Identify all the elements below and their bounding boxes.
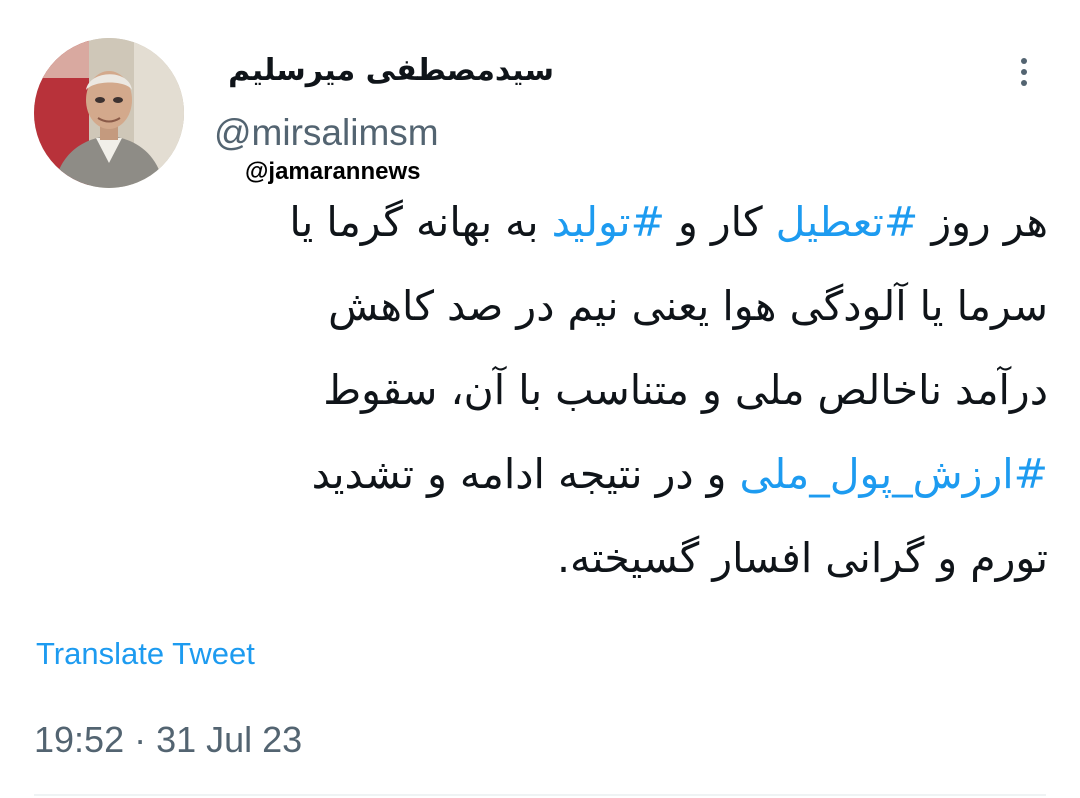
tweet-timestamp[interactable]: 19:52 · 31 Jul 23 xyxy=(34,716,302,764)
tweet-line: سرما یا آلودگی هوا یعنی نیم در صد کاهش xyxy=(40,264,1048,348)
more-vertical-icon xyxy=(1021,58,1027,64)
avatar[interactable] xyxy=(34,38,184,188)
more-options-button[interactable] xyxy=(1008,50,1040,94)
tweet-line: درآمد ناخالص ملی و متناسب با آن، سقوط xyxy=(40,348,1048,432)
tweet-text-segment: هر روز xyxy=(918,198,1048,246)
tweet-text-segment: سرما یا آلودگی هوا یعنی نیم در صد کاهش xyxy=(328,282,1048,330)
author-handle[interactable]: @mirsalimsm xyxy=(214,110,439,156)
more-vertical-icon xyxy=(1021,69,1027,75)
tweet-text-segment: تورم و گرانی افسار گسیخته. xyxy=(557,534,1048,582)
hashtag-link[interactable]: #تعطیل xyxy=(776,198,919,246)
translate-tweet-link[interactable]: Translate Tweet xyxy=(36,632,255,676)
tweet-line: #ارزش_پول_ملی و در نتیجه ادامه و تشدید xyxy=(40,432,1048,516)
tweet-text-segment: به بهانه گرما یا xyxy=(289,198,552,246)
tweet-line: هر روز #تعطیل کار و #تولید به بهانه گرما… xyxy=(40,180,1048,264)
avatar-image xyxy=(34,38,184,188)
tweet-line: تورم و گرانی افسار گسیخته. xyxy=(40,516,1048,600)
tweet-text: هر روز #تعطیل کار و #تولید به بهانه گرما… xyxy=(40,180,1048,600)
tweet-text-segment: کار و xyxy=(664,198,776,246)
divider xyxy=(34,794,1046,796)
hashtag-link[interactable]: #تولید xyxy=(552,198,665,246)
tweet-text-segment: درآمد ناخالص ملی و متناسب با آن، سقوط xyxy=(323,366,1048,414)
tweet-text-segment: و در نتیجه ادامه و تشدید xyxy=(311,450,740,498)
more-vertical-icon xyxy=(1021,80,1027,86)
author-display-name[interactable]: سیدمصطفی میرسلیم xyxy=(214,48,554,94)
hashtag-link[interactable]: #ارزش_پول_ملی xyxy=(740,450,1048,498)
